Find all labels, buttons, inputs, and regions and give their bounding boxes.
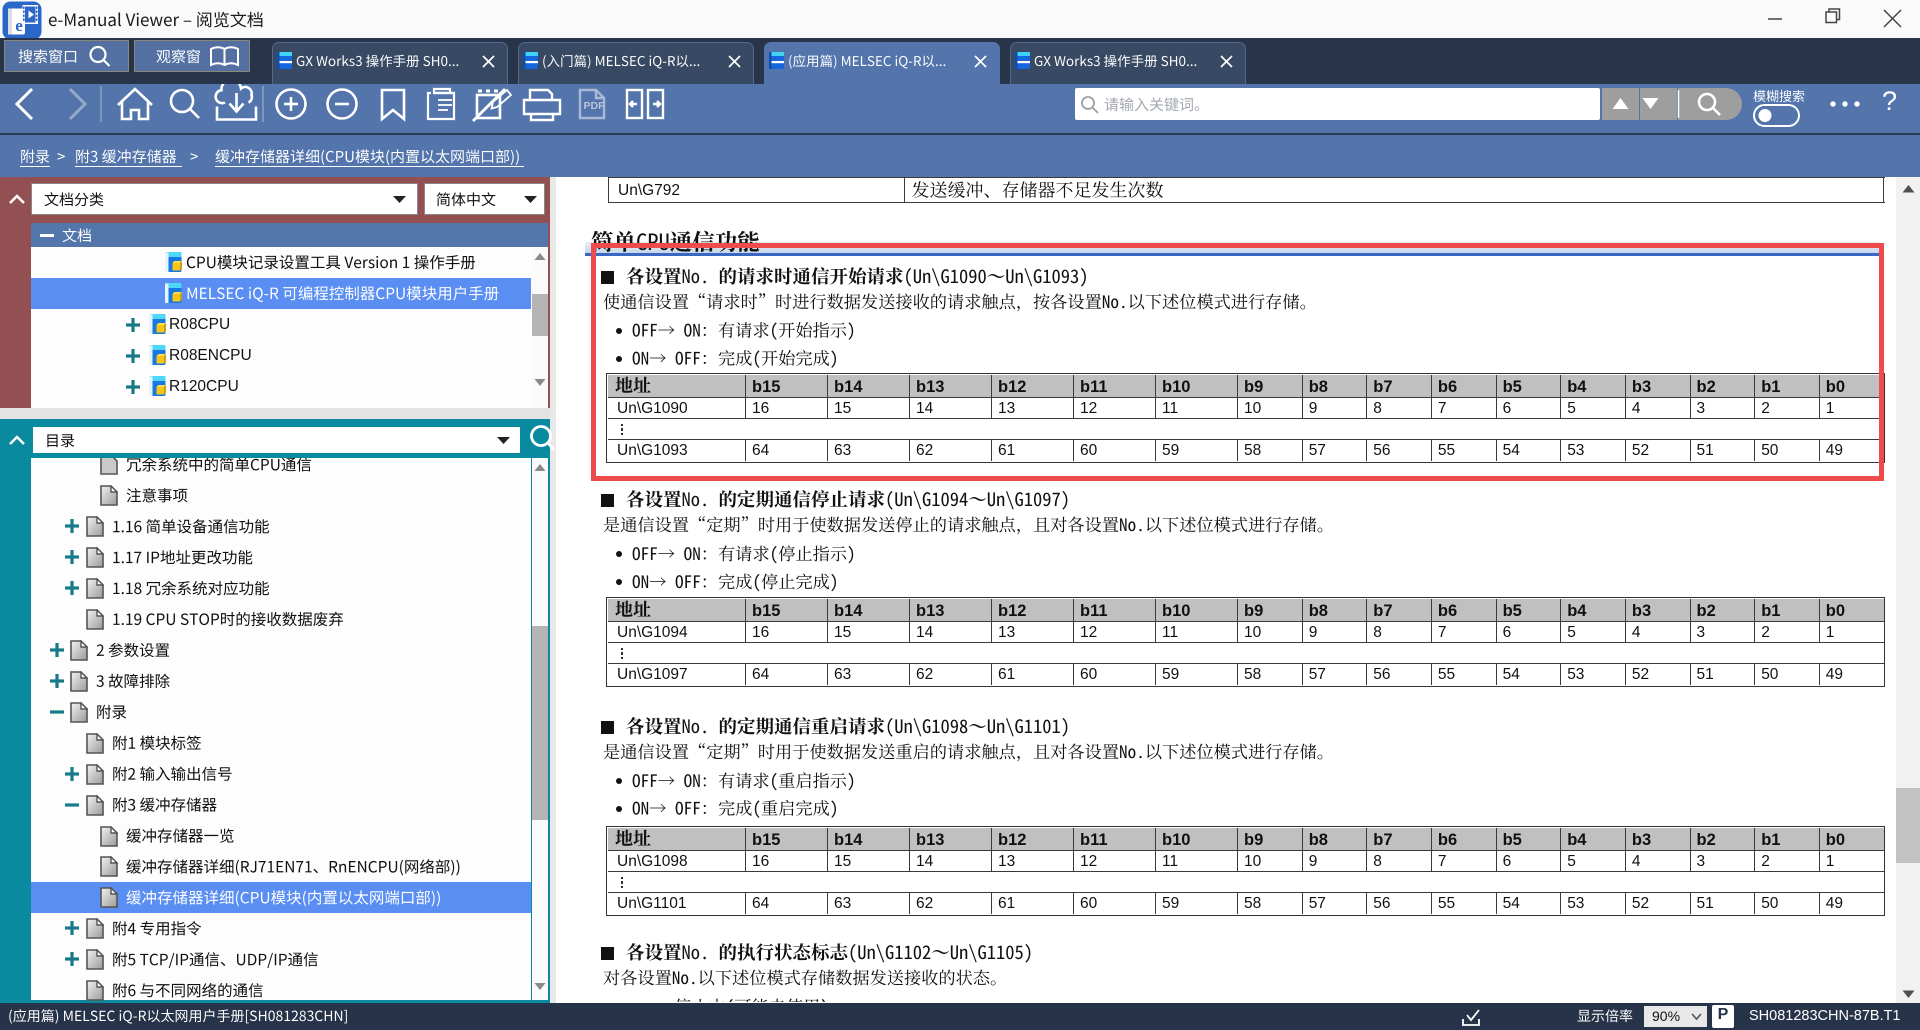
svg-text:e: e	[15, 16, 23, 35]
